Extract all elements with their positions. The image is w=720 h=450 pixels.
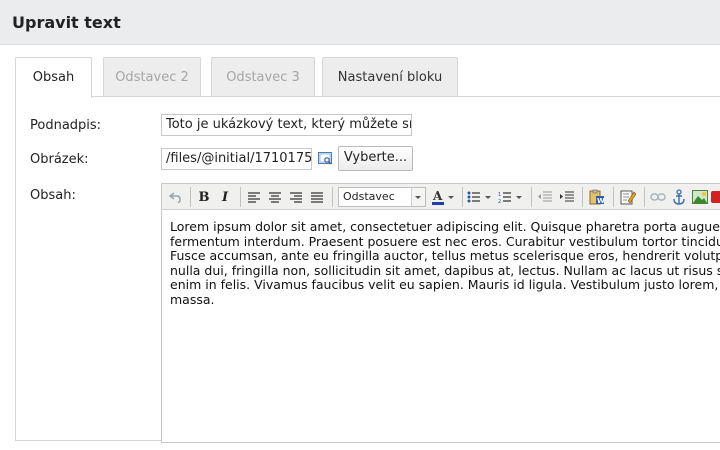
youtube-icon[interactable] — [711, 187, 720, 207]
image-label: Obrázek: — [30, 152, 89, 167]
toolbar-separator — [613, 187, 614, 207]
align-justify-icon[interactable] — [307, 187, 327, 207]
insert-image-icon[interactable] — [690, 187, 710, 207]
align-right-icon[interactable] — [286, 187, 306, 207]
link-icon[interactable] — [648, 187, 668, 207]
chevron-down-icon — [411, 188, 425, 206]
content-label: Obsah: — [30, 188, 76, 203]
subtitle-input[interactable]: Toto je ukázkový text, který můžete sma: — [161, 114, 412, 136]
toolbar-separator — [644, 187, 645, 207]
content-line: nulla dui, fringilla non, sollicitudin s… — [170, 262, 720, 278]
editor-content[interactable]: Lorem ipsum dolor sit amet, consectetuer… — [170, 219, 720, 307]
content-line: enim in felis. Vivamus faucibus velit eu… — [170, 277, 720, 292]
browse-button[interactable]: Vyberte... — [338, 146, 413, 171]
toolbar-separator — [190, 187, 191, 207]
indent-icon[interactable] — [557, 187, 577, 207]
italic-icon[interactable]: I — [215, 187, 235, 207]
svg-text:W: W — [597, 197, 605, 205]
format-select-value: Odstavec — [343, 190, 395, 203]
paste-word-icon[interactable]: W — [586, 187, 608, 207]
tab-odstavec-3[interactable]: Odstavec 3 — [211, 57, 315, 97]
toolbar-separator — [531, 187, 532, 207]
bold-icon[interactable]: B — [194, 187, 214, 207]
toolbar-separator — [332, 187, 333, 207]
tab-nastaveni-bloku[interactable]: Nastavení bloku — [322, 57, 458, 97]
content-line: massa. — [170, 291, 215, 307]
bullet-list-icon[interactable] — [466, 187, 494, 207]
tab-obsah[interactable]: Obsah — [15, 57, 92, 98]
content-line: Fusce accumsan, ante eu fringilla auctor… — [170, 248, 720, 263]
toolbar-separator — [582, 187, 583, 207]
svg-text:1: 1 — [498, 192, 501, 198]
toolbar-separator — [462, 187, 463, 207]
toolbar-separator — [240, 187, 241, 207]
anchor-icon[interactable] — [669, 187, 689, 207]
image-browse-icon[interactable] — [318, 151, 332, 165]
content-line: fermentum interdum. Praesent posuere est… — [170, 233, 720, 249]
subtitle-label: Podnadpis: — [30, 118, 102, 133]
image-path-input[interactable]: /files/@initial/17101752 — [161, 148, 312, 170]
numbered-list-icon[interactable]: 12 — [497, 187, 525, 207]
svg-text:2: 2 — [498, 199, 501, 203]
svg-text:A: A — [432, 189, 443, 203]
rich-text-editor: B I Odstavec A 12 W Lorem ipsum dolor si… — [161, 183, 720, 443]
undo-icon[interactable] — [165, 187, 187, 207]
content-line: Lorem ipsum dolor sit amet, consectetuer… — [170, 219, 720, 234]
page-title: Upravit text — [12, 13, 121, 32]
align-center-icon[interactable] — [265, 187, 285, 207]
editor-toolbar: B I Odstavec A 12 W — [162, 184, 720, 210]
title-bar: Upravit text — [0, 0, 720, 45]
format-select[interactable]: Odstavec — [338, 187, 426, 207]
outdent-icon[interactable] — [535, 187, 555, 207]
text-color-icon[interactable]: A — [430, 187, 458, 207]
tab-odstavec-2[interactable]: Odstavec 2 — [103, 57, 201, 97]
edit-html-icon[interactable] — [617, 187, 639, 207]
align-left-icon[interactable] — [244, 187, 264, 207]
